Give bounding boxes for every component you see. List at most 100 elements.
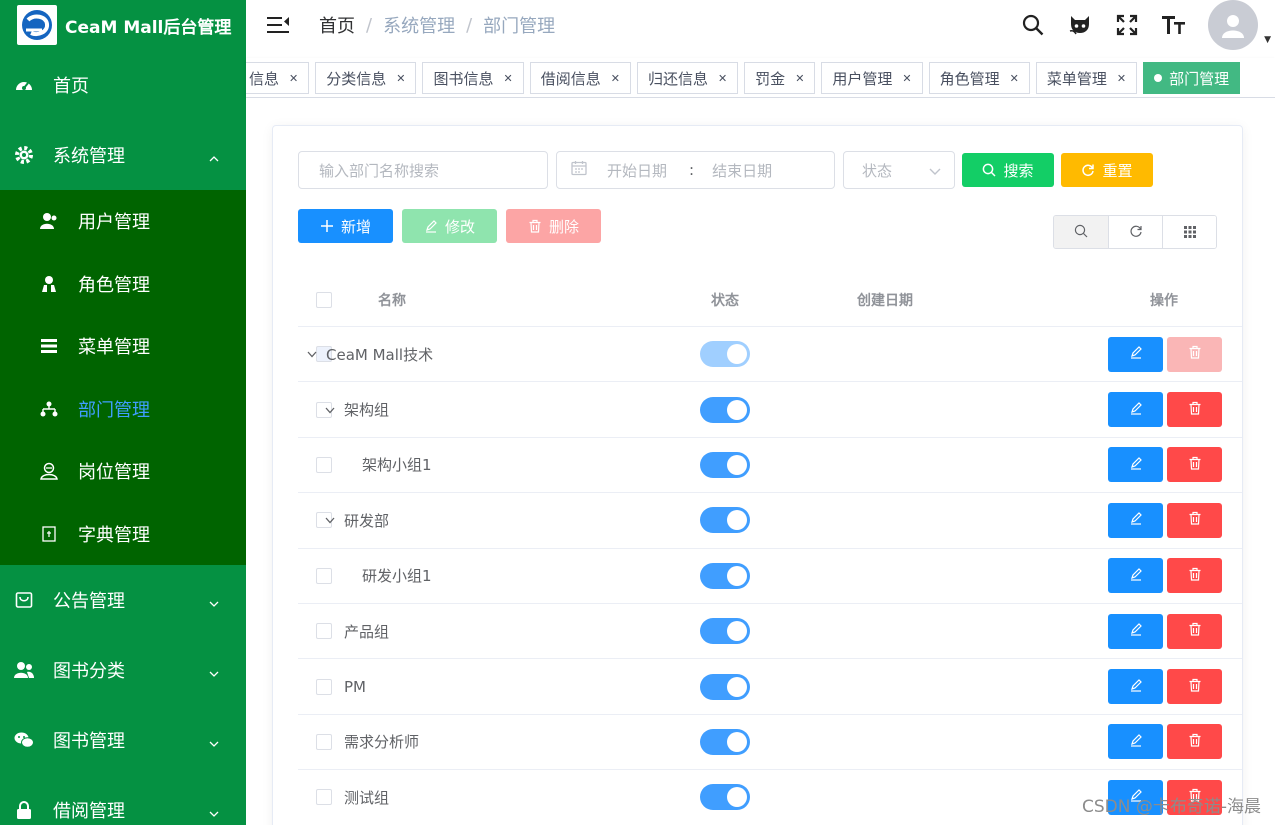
tag-role-management[interactable]: 角色管理 ✕ — [928, 62, 1030, 94]
status-switch[interactable] — [700, 507, 750, 534]
close-icon[interactable]: ✕ — [1117, 72, 1126, 85]
add-button[interactable]: 新增 — [298, 209, 393, 243]
sidebar-item-borrowing[interactable]: 借阅管理 — [0, 775, 246, 825]
row-edit-button[interactable] — [1108, 336, 1163, 372]
sidebar-item-departments[interactable]: 部门管理 — [0, 378, 246, 441]
close-icon[interactable]: ✕ — [902, 72, 911, 85]
tag-return-info[interactable]: 归还信息 ✕ — [636, 62, 739, 94]
sidebar-item-system[interactable]: 系统管理 — [0, 120, 246, 190]
avatar[interactable] — [1208, 0, 1259, 50]
hamburger-icon[interactable] — [267, 15, 289, 35]
chevron-down-icon — [208, 594, 220, 615]
search-icon[interactable] — [1020, 12, 1046, 38]
row-checkbox[interactable] — [316, 733, 332, 750]
caret-down-icon[interactable]: ▼ — [1264, 35, 1271, 45]
row-delete-button[interactable] — [1167, 447, 1222, 483]
close-icon[interactable]: ✕ — [718, 72, 727, 85]
button-label: 删除 — [548, 218, 579, 236]
sidebar-item-dictionary[interactable]: 字典管理 — [0, 503, 246, 566]
row-edit-button[interactable] — [1108, 558, 1163, 594]
tag-menu-management[interactable]: 菜单管理 ✕ — [1035, 62, 1138, 94]
toggle-search-button[interactable] — [1054, 216, 1108, 248]
tag-book-info[interactable]: 图书信息 ✕ — [422, 62, 524, 94]
trash-icon — [1188, 511, 1202, 529]
wechat-icon — [14, 730, 34, 750]
sidebar-item-users[interactable]: 用户管理 — [0, 190, 246, 253]
tag-label: 归还信息 — [647, 69, 708, 88]
columns-button[interactable] — [1162, 216, 1216, 248]
status-switch[interactable] — [700, 562, 750, 589]
table-row: 需求分析师 — [298, 715, 1242, 771]
refresh-button[interactable] — [1108, 216, 1162, 248]
row-edit-button[interactable] — [1108, 447, 1163, 483]
row-delete-button[interactable] — [1167, 336, 1222, 372]
github-icon[interactable] — [1067, 12, 1093, 38]
status-switch[interactable] — [700, 396, 750, 423]
sidebar-item-notices[interactable]: 公告管理 — [0, 565, 246, 635]
status-switch[interactable] — [700, 451, 750, 478]
row-edit-button[interactable] — [1108, 502, 1163, 538]
font-size-icon[interactable] — [1161, 12, 1187, 38]
department-name-input[interactable]: 输入部门名称搜索 — [298, 151, 548, 189]
sidebar-item-home[interactable]: 首页 — [0, 50, 246, 120]
row-delete-button[interactable] — [1167, 669, 1222, 705]
status-switch[interactable] — [700, 728, 750, 755]
row-edit-button[interactable] — [1108, 613, 1163, 649]
status-switch[interactable] — [700, 341, 750, 368]
row-checkbox[interactable] — [316, 678, 332, 695]
sidebar: CeaM Mall后台管理 首页 系统管理 用户管理 角色管理 菜单管理 部门管… — [0, 0, 246, 825]
row-edit-button[interactable] — [1108, 392, 1163, 428]
search-button[interactable]: 搜索 — [962, 153, 1054, 187]
row-delete-button[interactable] — [1167, 392, 1222, 428]
reset-button[interactable]: 重置 — [1061, 153, 1153, 187]
sidebar-item-posts[interactable]: 岗位管理 — [0, 440, 246, 503]
delete-button[interactable]: 删除 — [506, 209, 601, 243]
expand-arrow-icon[interactable] — [324, 404, 336, 416]
row-checkbox[interactable] — [316, 456, 332, 473]
row-checkbox[interactable] — [316, 567, 332, 584]
row-delete-button[interactable] — [1167, 558, 1222, 594]
edit-button[interactable]: 修改 — [402, 209, 497, 243]
sidebar-item-book-categories[interactable]: 图书分类 — [0, 635, 246, 705]
close-icon[interactable]: ✕ — [611, 72, 620, 85]
sidebar-item-roles[interactable]: 角色管理 — [0, 253, 246, 316]
row-edit-button[interactable] — [1108, 724, 1163, 760]
close-icon[interactable]: ✕ — [1010, 72, 1019, 85]
table-row: CeaM Mall技术 — [298, 327, 1242, 383]
tag-category-info[interactable]: 分类信息 ✕ — [315, 62, 417, 94]
status-switch[interactable] — [700, 618, 750, 645]
date-range-picker[interactable]: 开始日期 : 结束日期 — [556, 151, 835, 189]
tag-department-management[interactable]: 部门管理 — [1143, 62, 1241, 94]
close-icon[interactable]: ✕ — [503, 72, 512, 85]
select-all-checkbox[interactable] — [316, 291, 332, 308]
row-edit-button[interactable] — [1108, 669, 1163, 705]
close-icon[interactable]: ✕ — [396, 72, 405, 85]
column-header-ops: 操作 — [1150, 292, 1178, 309]
row-checkbox[interactable] — [316, 623, 332, 640]
breadcrumb-home[interactable]: 首页 — [319, 12, 355, 38]
status-select[interactable]: 状态 — [843, 151, 955, 189]
close-icon[interactable]: ✕ — [289, 72, 298, 85]
dict-icon — [39, 524, 59, 544]
row-delete-button[interactable] — [1167, 724, 1222, 760]
logo[interactable]: CeaM Mall后台管理 — [0, 0, 246, 50]
department-card: 输入部门名称搜索 开始日期 : 结束日期 状态 搜索 重置 新增 修改 删除 名… — [272, 125, 1243, 825]
tag-info[interactable]: 信息 ✕ — [246, 62, 310, 94]
sidebar-item-menus[interactable]: 菜单管理 — [0, 315, 246, 378]
row-delete-button[interactable] — [1167, 613, 1222, 649]
status-switch[interactable] — [700, 673, 750, 700]
close-icon[interactable]: ✕ — [795, 72, 804, 85]
row-checkbox[interactable] — [316, 789, 332, 806]
tag-fines[interactable]: 罚金 ✕ — [744, 62, 816, 94]
button-label: 新增 — [340, 218, 371, 236]
sidebar-item-label: 岗位管理 — [78, 462, 150, 484]
department-name: 产品组 — [344, 622, 390, 641]
sidebar-item-books[interactable]: 图书管理 — [0, 705, 246, 775]
expand-arrow-icon[interactable] — [306, 348, 318, 360]
fullscreen-icon[interactable] — [1114, 12, 1140, 38]
row-delete-button[interactable] — [1167, 502, 1222, 538]
status-switch[interactable] — [700, 784, 750, 811]
tag-user-management[interactable]: 用户管理 ✕ — [821, 62, 923, 94]
tag-borrow-info[interactable]: 借阅信息 ✕ — [529, 62, 631, 94]
expand-arrow-icon[interactable] — [324, 514, 336, 526]
